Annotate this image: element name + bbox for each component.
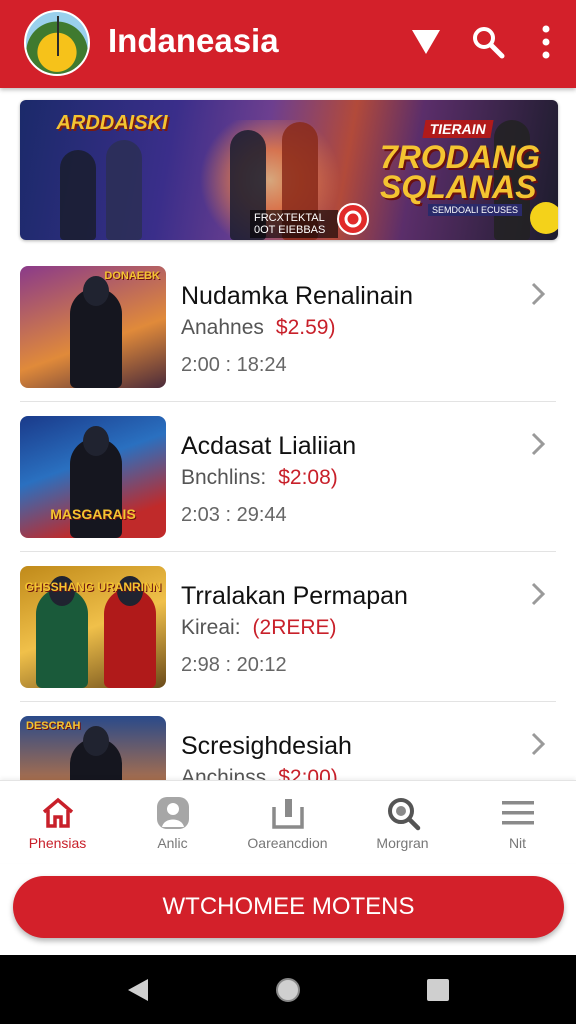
banner-small-caption: FRCXTEKTAL 0OT EIEBBAS (250, 210, 338, 238)
banner-right-title: 7RODANG SQLANAS (380, 139, 541, 205)
list-item-title: Nudamka Renalinain (181, 282, 414, 310)
nav-item-menu[interactable]: Nit (460, 781, 575, 863)
app-title: Indaneasia (108, 22, 279, 59)
thumbnail-figure (70, 726, 122, 780)
recents-icon[interactable] (423, 975, 453, 1005)
list-item-title: Trralakan Permapan (181, 582, 408, 610)
thumbnail-label: MASGARAIS (50, 506, 136, 522)
nav-item-label: Oareancdion (247, 835, 328, 851)
more-vertical-icon[interactable] (522, 18, 570, 66)
nav-item-label: Phensias (28, 835, 87, 851)
dropdown-triangle-icon[interactable] (402, 18, 450, 66)
list-item-title: Acdasat Lialiian (181, 432, 357, 460)
list-item-subtitle: Anahnes $2.59) (181, 316, 335, 340)
list-item-sub-label: Anchinss (181, 766, 267, 780)
thumbnail-label: DESCRAH (26, 720, 81, 732)
banner-left-title: ARDDAISKI (56, 112, 168, 134)
list-item-title: Scresighdesiah (181, 732, 352, 760)
list-item-subtitle: Kireai: (2RERE) (181, 616, 337, 640)
banner-corner-icon (530, 202, 558, 234)
list-item-time: 2:00 : 18:24 (181, 354, 287, 376)
banner-tag: TIERAIN (422, 120, 494, 138)
back-icon[interactable] (124, 975, 154, 1005)
list-item-price: (2RERE) (252, 616, 337, 639)
banner-badge-icon (337, 203, 369, 235)
list-divider (20, 701, 556, 702)
banner-hero-figure (106, 140, 142, 240)
list-divider (20, 551, 556, 552)
thumbnail-label: DONAEBK (104, 270, 160, 282)
thumbnail-figure (70, 276, 122, 388)
list-item-thumbnail: MASGARAIS (20, 416, 166, 538)
system-navigation-bar (0, 955, 576, 1024)
list-divider (20, 401, 556, 402)
banner-sub-caption: SEMDOALI ECUSES (428, 204, 523, 216)
list-item-sub-label: Bnchlins: (181, 466, 267, 489)
chevron-right-icon[interactable] (528, 580, 548, 608)
list-item-subtitle: Anchinss $2:00) (181, 766, 338, 780)
list-item-price: $2.59) (275, 316, 336, 339)
home-icon (42, 797, 74, 828)
search-magnifier-icon (388, 798, 421, 831)
nav-item-label: Anlic (157, 835, 188, 851)
nav-item-search[interactable]: Morgran (345, 781, 460, 863)
thumbnail-label: GHSSHANG URANRINN (24, 580, 162, 594)
chevron-right-icon[interactable] (528, 280, 548, 308)
list-item-thumbnail: GHSSHANG URANRINN (20, 566, 166, 688)
nav-item-label: Morgran (376, 835, 429, 851)
list-item-subtitle: Bnchlins: $2:08) (181, 466, 338, 490)
home-circle-icon[interactable] (273, 975, 303, 1005)
profile-icon (157, 797, 189, 829)
cta-button[interactable]: WTCHOMEE MOTENS (13, 876, 564, 938)
thumbnail-figure (36, 576, 88, 688)
list-item-sub-label: Kireai: (181, 616, 241, 639)
nav-item-upload[interactable]: Oareancdion (230, 781, 345, 863)
list-item-thumbnail: DESCRAH (20, 716, 166, 780)
list-item-time: 2:03 : 29:44 (181, 504, 287, 526)
nav-item-home[interactable]: Phensias (0, 781, 115, 863)
promo-banner[interactable]: ARDDAISKI TIERAIN 7RODANG SQLANAS SEMDOA… (20, 100, 558, 240)
chevron-right-icon[interactable] (528, 430, 548, 458)
list-item[interactable]: GHSSHANG URANRINN Trralakan Permapan Kir… (0, 554, 576, 702)
banner-hero-figure (60, 150, 96, 240)
list-item[interactable]: MASGARAIS Acdasat Lialiian Bnchlins: $2:0… (0, 404, 576, 552)
list-item-sub-label: Anahnes (181, 316, 264, 339)
upload-box-icon (272, 799, 304, 829)
list-item-time: 2:98 : 20:12 (181, 654, 287, 676)
chevron-right-icon[interactable] (528, 730, 548, 758)
search-icon[interactable] (464, 18, 512, 66)
menu-icon (502, 801, 534, 825)
nav-item-label: Nit (508, 835, 527, 851)
bottom-navigation: Phensias Anlic Oareancdion Morgran Nit (0, 780, 576, 863)
thumbnail-figure (70, 426, 122, 538)
app-bar: Indaneasia (0, 0, 576, 88)
list-item[interactable]: DONAEBK Nudamka Renalinain Anahnes $2.59)… (0, 254, 576, 402)
thumbnail-figure (104, 576, 156, 688)
list-item-price: $2:00) (278, 766, 338, 780)
list-item[interactable]: DESCRAH Scresighdesiah Anchinss $2:00) (0, 704, 576, 780)
nav-item-profile[interactable]: Anlic (115, 781, 230, 863)
list-item-thumbnail: DONAEBK (20, 266, 166, 388)
app-logo[interactable] (24, 10, 90, 76)
list-item-price: $2:08) (278, 466, 338, 489)
